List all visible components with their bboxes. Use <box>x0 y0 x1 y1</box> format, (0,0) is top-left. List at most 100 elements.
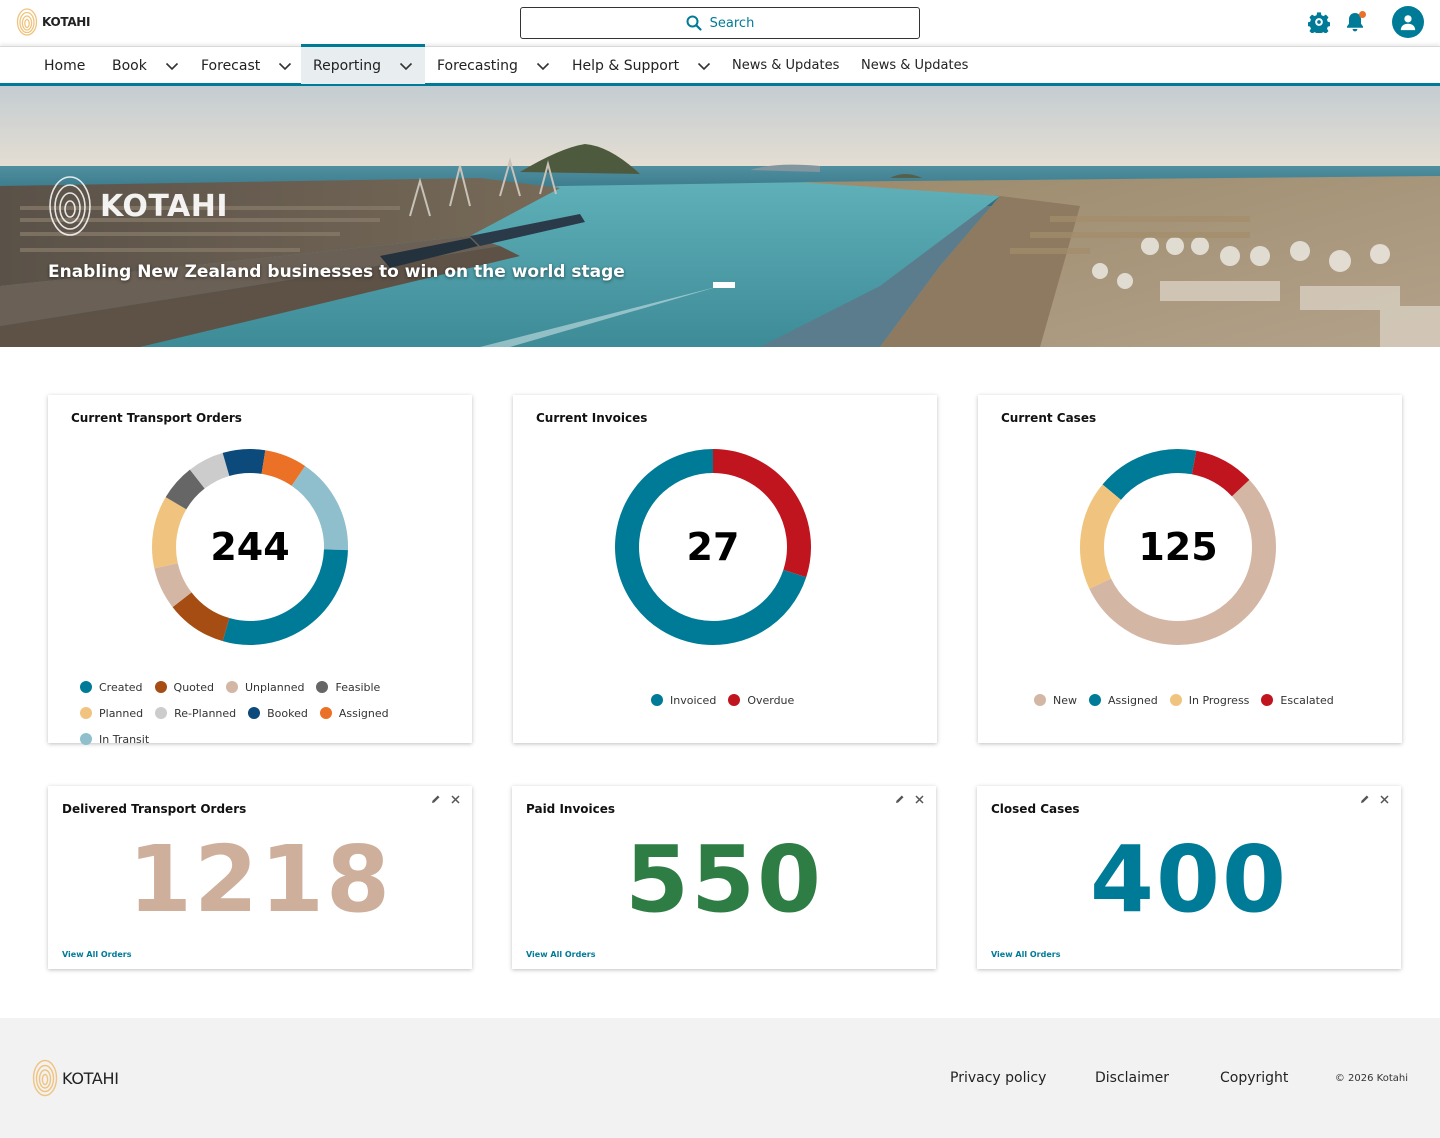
copyright-link[interactable]: Copyright <box>1220 1070 1288 1086</box>
privacy-policy-link[interactable]: Privacy policy <box>950 1070 1046 1086</box>
search-placeholder: Search <box>709 15 755 31</box>
view-all-orders-link[interactable]: View All Orders <box>991 950 1060 959</box>
cases-card: Current Cases 125 New Assigned In Progre… <box>978 395 1402 743</box>
delivered-orders-card: Delivered Transport Orders 1218 View All… <box>48 786 472 969</box>
legend-item: Created <box>80 674 143 700</box>
nav-label: Forecast <box>201 57 261 74</box>
legend-item: Overdue <box>728 687 794 713</box>
kpi-value: 400 <box>1089 826 1289 933</box>
disclaimer-link[interactable]: Disclaimer <box>1095 1070 1169 1086</box>
cases-donut: 125 <box>1078 447 1278 647</box>
nav-item-news-updates[interactable]: News & Updates <box>732 47 839 84</box>
fingerprint-logo-icon <box>16 8 38 36</box>
legend-item: In Transit <box>80 726 149 752</box>
user-icon <box>1400 15 1416 31</box>
legend-item: Planned <box>80 700 143 726</box>
brand-logo[interactable]: KOTAHI <box>16 7 91 37</box>
legend-dot <box>155 707 168 719</box>
invoices-donut: 27 <box>613 447 813 647</box>
legend-dot <box>319 707 332 719</box>
card-title: Closed Cases <box>991 802 1080 816</box>
legend-label: In Transit <box>99 732 150 746</box>
legend-item: Quoted <box>154 674 214 700</box>
nav-label: News & Updates <box>861 58 969 73</box>
legend-item: Unplanned <box>225 674 305 700</box>
legend-label: Feasible <box>335 680 381 694</box>
legend-dot <box>80 681 92 693</box>
nav-item-reporting[interactable]: Reporting <box>301 44 425 84</box>
close-icon[interactable] <box>915 794 924 804</box>
donut-total: 125 <box>1138 525 1218 569</box>
legend-item: Assigned <box>319 700 389 726</box>
legend-label: New <box>1053 693 1077 707</box>
legend-dot <box>80 707 92 719</box>
page-footer: KOTAHI Privacy policy Disclaimer Copyrig… <box>0 1018 1440 1138</box>
chevron-down-icon <box>698 62 711 70</box>
legend-item: Escalated <box>1261 687 1334 713</box>
nav-item-forecasting[interactable]: Forecasting <box>437 47 550 84</box>
nav-item-help-support[interactable]: Help & Support <box>572 47 711 84</box>
chevron-down-icon <box>536 62 549 70</box>
legend-item: In Progress <box>1169 687 1249 713</box>
search-input[interactable]: Search <box>520 7 920 39</box>
nav-label: Forecasting <box>437 57 518 74</box>
chevron-down-icon <box>279 62 292 70</box>
top-header: KOTAHI Search <box>0 0 1440 46</box>
legend-label: Escalated <box>1280 693 1334 707</box>
close-icon[interactable] <box>451 794 460 804</box>
legend-label: Invoiced <box>670 693 717 707</box>
chevron-down-icon <box>399 62 413 70</box>
legend-label: Re-Planned <box>174 706 237 720</box>
hero-brand-name: KOTAHI <box>100 188 229 224</box>
closed-cases-card: Closed Cases 400 View All Orders <box>977 786 1401 969</box>
nav-item-forecast[interactable]: Forecast <box>201 47 292 84</box>
edit-pencil-icon[interactable] <box>431 794 441 804</box>
edit-pencil-icon[interactable] <box>895 794 905 804</box>
user-avatar[interactable] <box>1392 6 1424 38</box>
legend-label: Unplanned <box>244 680 305 694</box>
nav-label: Home <box>44 57 86 74</box>
nav-label: Book <box>112 57 147 74</box>
cases-legend: New Assigned In Progress Escalated <box>1034 687 1394 713</box>
gear-icon[interactable] <box>1308 11 1330 33</box>
nav-label: News & Updates <box>732 58 840 73</box>
hero-logo: KOTAHI <box>48 174 228 238</box>
legend-item: Invoiced <box>651 687 716 713</box>
hero-tagline: Enabling New Zealand businesses to win o… <box>48 262 625 282</box>
legend-label: Assigned <box>338 706 389 720</box>
view-all-orders-link[interactable]: View All Orders <box>526 950 595 959</box>
nav-item-news-updates-2[interactable]: News & Updates <box>861 47 968 84</box>
chevron-down-icon <box>165 62 178 70</box>
fingerprint-logo-icon <box>32 1059 58 1097</box>
paid-invoices-card: Paid Invoices 550 View All Orders <box>512 786 936 969</box>
edit-pencil-icon[interactable] <box>1360 794 1370 804</box>
legend-dot <box>316 681 329 693</box>
nav-label: Help & Support <box>572 57 680 74</box>
view-all-orders-link[interactable]: View All Orders <box>62 950 131 959</box>
notifications-bell-icon[interactable] <box>1344 11 1366 33</box>
close-icon[interactable] <box>1380 794 1389 804</box>
nav-item-book[interactable]: Book <box>112 47 179 84</box>
footer-brand-logo[interactable]: KOTAHI <box>32 1058 119 1098</box>
legend-item: Feasible <box>316 674 380 700</box>
nav-item-home[interactable]: Home <box>44 47 85 84</box>
card-title: Current Cases <box>1001 411 1097 425</box>
legend-dot <box>1261 694 1274 706</box>
main-nav: Home Book Forecast Reporting Forecasting… <box>0 44 1440 86</box>
legend-dot <box>1034 694 1046 706</box>
transport-orders-card: Current Transport Orders 244 Created Quo… <box>48 395 472 746</box>
kpi-value: 1218 <box>127 826 393 933</box>
legend-dot <box>248 707 261 719</box>
legend-label: Created <box>99 680 143 694</box>
legend-dot <box>80 733 92 745</box>
legend-item: Booked <box>248 700 308 726</box>
invoices-card: Current Invoices 27 Invoiced Overdue <box>513 395 937 743</box>
search-icon <box>686 15 702 31</box>
card-title: Delivered Transport Orders <box>62 802 247 816</box>
hero-banner: KOTAHI Enabling New Zealand businesses t… <box>0 86 1440 347</box>
legend-item: Assigned <box>1089 687 1158 713</box>
card-title: Paid Invoices <box>526 802 616 816</box>
legend-dot <box>1169 694 1182 706</box>
transport-orders-donut: 244 <box>150 447 350 647</box>
legend-item: Re-Planned <box>155 700 236 726</box>
